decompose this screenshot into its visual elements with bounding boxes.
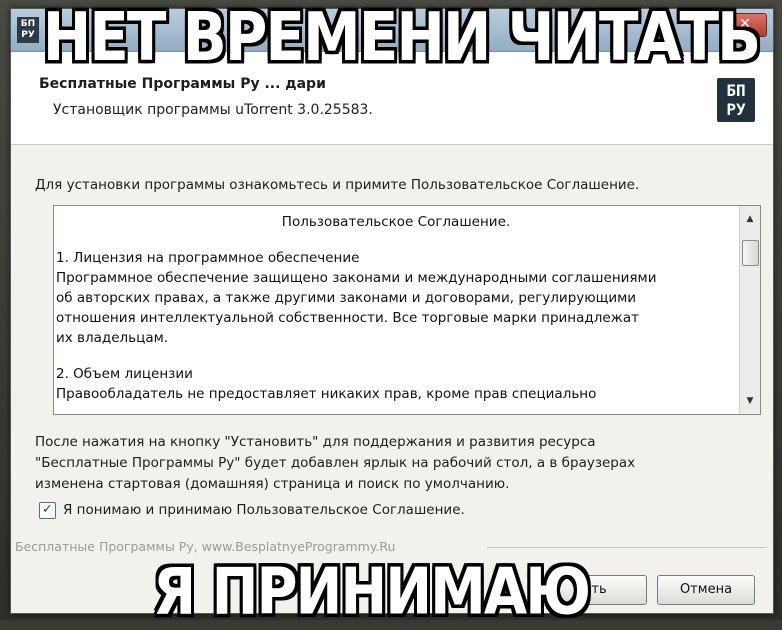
license-line: Правообладатель не предоставляет никаких… xyxy=(56,386,597,402)
license-textbox[interactable]: Пользовательское Соглашение. 1. Лицензия… xyxy=(53,205,761,415)
notice-line: изменена стартовая (домашняя) страница и… xyxy=(35,476,510,492)
agree-label[interactable]: Я понимаю и принимаю Пользовательское Со… xyxy=(63,502,465,518)
license-section-2-title: 2. Объем лицензии xyxy=(56,366,193,382)
license-line: Программное обеспечение защищено законам… xyxy=(56,270,657,286)
license-section-2: 2. Объем лицензии Правообладатель не пре… xyxy=(54,364,738,404)
logo-text-bottom: РУ xyxy=(726,100,746,119)
license-line: их владельцам. xyxy=(56,330,169,346)
brand-logo: БП РУ xyxy=(717,78,755,122)
scroll-down-arrow-icon[interactable]: ▼ xyxy=(743,394,757,408)
header-title: Бесплатные Программы Ру ... дари xyxy=(39,76,326,92)
notice-line: После нажатия на кнопку "Установить" для… xyxy=(35,434,596,450)
license-section-1-title: 1. Лицензия на программное обеспечение xyxy=(56,250,360,266)
license-content: Пользовательское Соглашение. 1. Лицензия… xyxy=(54,206,738,414)
license-section-1: 1. Лицензия на программное обеспечение П… xyxy=(54,248,738,348)
agree-checkbox[interactable]: ✓ xyxy=(39,502,56,519)
install-notice: После нажатия на кнопку "Установить" для… xyxy=(35,432,635,495)
footer-brand: Бесплатные Программы Ру, www.BesplatnyeP… xyxy=(11,539,773,554)
scroll-up-arrow-icon[interactable]: ▲ xyxy=(743,212,757,226)
header-subtitle: Установщик программы uTorrent 3.0.25583. xyxy=(53,102,373,118)
meme-caption-bottom: Я ПРИНИМАЮ xyxy=(153,555,591,630)
license-line: об авторских правах, а также другими зак… xyxy=(56,290,637,306)
license-line: отношения интеллектуальной собственности… xyxy=(56,310,639,326)
logo-text-top: БП xyxy=(726,81,746,100)
footer-brand-text: Бесплатные Программы Ру, www.BesplatnyeP… xyxy=(15,539,396,554)
installer-window: БП РУ Уста ✕ Бесплатные Программы Ру ...… xyxy=(10,8,774,614)
notice-line: "Бесплатные Программы Ру" будет добавлен… xyxy=(35,455,636,471)
meme-caption-top: НЕТ ВРЕМЕНИ ЧИТАТЬ xyxy=(42,0,762,77)
scroll-thumb[interactable] xyxy=(742,240,759,266)
footer-divider xyxy=(487,547,767,548)
instruction-text: Для установки программы ознакомьтесь и п… xyxy=(35,177,640,193)
license-heading: Пользовательское Соглашение. xyxy=(281,214,511,230)
license-scrollbar[interactable]: ▲ ▼ xyxy=(739,206,760,414)
